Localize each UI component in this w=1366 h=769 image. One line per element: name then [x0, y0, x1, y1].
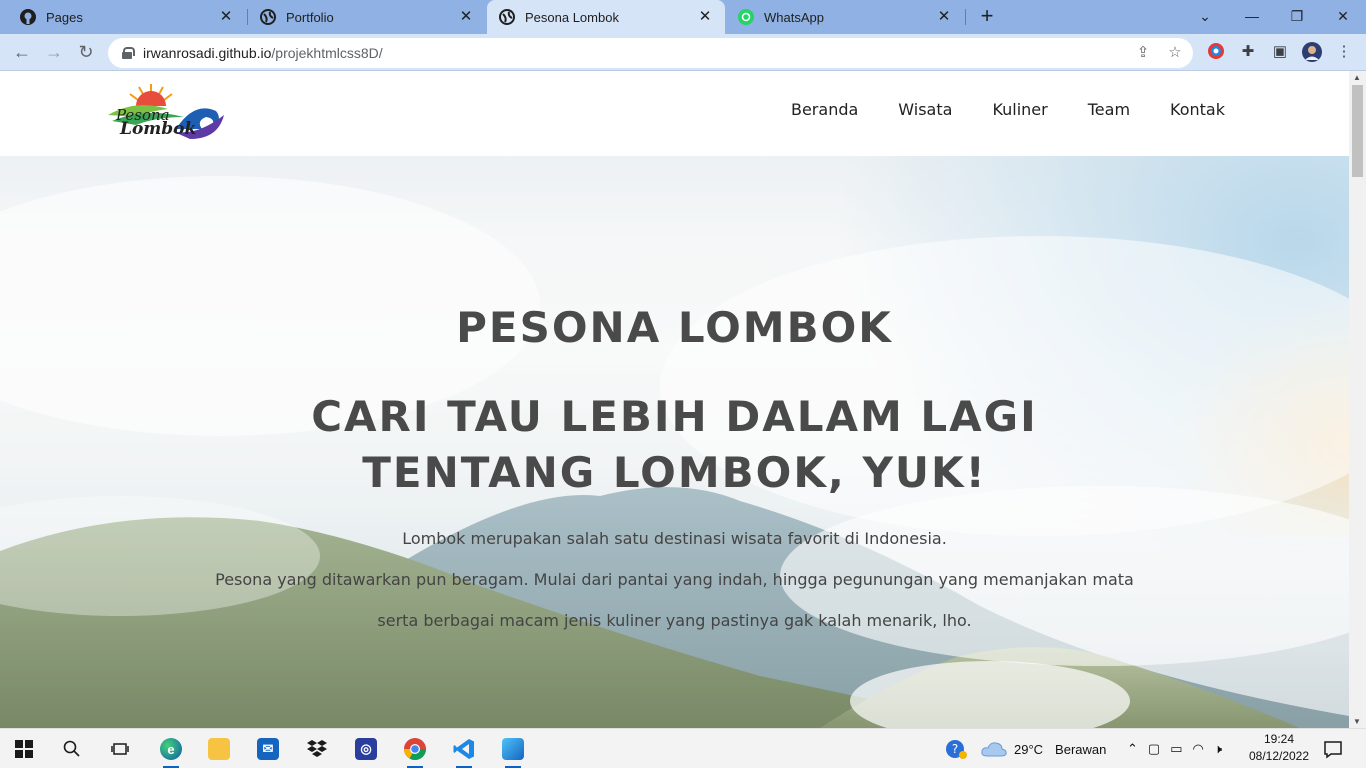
- lock-icon: [122, 47, 135, 59]
- page-scrollbar[interactable]: ▲ ▼: [1349, 71, 1366, 728]
- back-button[interactable]: ←: [10, 40, 34, 64]
- windows-taskbar: e ✉ ◎ ? 29°C Berawan ⌃ ▢ ▭ ◠ 🕨 19:24 08/…: [0, 728, 1366, 768]
- restore-button[interactable]: ❐: [1285, 4, 1309, 28]
- scroll-up-arrow-icon[interactable]: ▲: [1353, 73, 1361, 82]
- hero-description: Lombok merupakan salah satu destinasi wi…: [215, 529, 1134, 630]
- volume-icon[interactable]: 🕨: [1214, 741, 1222, 757]
- url-host: irwanrosadi.github.io: [143, 45, 272, 61]
- tab-pesona-lombok[interactable]: Pesona Lombok ✕: [487, 0, 725, 34]
- address-bar[interactable]: irwanrosadi.github.io/projekhtmlcss8D/ ⇪…: [108, 38, 1193, 68]
- battery-icon[interactable]: ▭: [1170, 741, 1182, 757]
- chevron-up-icon[interactable]: ⌃: [1127, 741, 1138, 757]
- task-view-icon[interactable]: [104, 733, 136, 765]
- hero-title: PESONA LOMBOK: [456, 303, 893, 352]
- wifi-icon[interactable]: ◠: [1193, 741, 1204, 757]
- photos-app-icon[interactable]: [497, 733, 529, 768]
- browser-toolbar: ← → ↻ irwanrosadi.github.io/projekhtmlcs…: [0, 34, 1366, 71]
- tab-portfolio[interactable]: Portfolio ✕: [248, 0, 486, 34]
- pinned-app-icon[interactable]: ◎: [350, 733, 382, 765]
- pesona-lombok-logo[interactable]: Pesona Lombok: [106, 81, 228, 145]
- taskbar-clock[interactable]: 19:24 08/12/2022: [1247, 731, 1311, 765]
- tab-search-icon[interactable]: ⌄: [1193, 4, 1217, 28]
- weather-temp: 29°C: [1014, 741, 1044, 757]
- mail-app-icon[interactable]: ✉: [252, 733, 284, 765]
- nav-link-beranda[interactable]: Beranda: [791, 100, 858, 119]
- extensions-puzzle-icon[interactable]: ✚: [1238, 42, 1258, 62]
- minimize-button[interactable]: —: [1240, 4, 1264, 28]
- start-button[interactable]: [8, 733, 40, 765]
- close-window-button[interactable]: ✕: [1331, 4, 1355, 28]
- nav-link-wisata[interactable]: Wisata: [898, 100, 952, 119]
- close-icon[interactable]: ✕: [936, 9, 952, 25]
- close-icon[interactable]: ✕: [697, 9, 713, 25]
- tab-whatsapp[interactable]: WhatsApp ✕: [726, 0, 964, 34]
- globe-icon: [260, 9, 276, 25]
- extension-colorful-icon[interactable]: [1206, 42, 1226, 62]
- share-icon[interactable]: ⇪: [1132, 42, 1154, 64]
- url-path: /projekhtmlcss8D/: [271, 45, 383, 61]
- nav-link-kontak[interactable]: Kontak: [1170, 100, 1225, 119]
- search-icon[interactable]: [56, 733, 88, 765]
- system-tray: ⌃ ▢ ▭ ◠ 🕨: [1127, 729, 1222, 769]
- weather-desc: Berawan: [1055, 741, 1107, 757]
- tab-separator: [965, 9, 966, 25]
- cloud-weather-icon: [981, 742, 1007, 757]
- reload-button[interactable]: ↻: [74, 40, 98, 64]
- nav-link-kuliner[interactable]: Kuliner: [992, 100, 1047, 119]
- help-badge-icon: ?: [946, 740, 967, 759]
- new-tab-button[interactable]: +: [976, 5, 998, 27]
- browser-tabstrip: Pages ✕ Portfolio ✕ Pesona Lombok ✕ What…: [0, 0, 1366, 34]
- profile-avatar-icon[interactable]: [1302, 42, 1322, 62]
- hero-tagline: CARI TAU LEBIH DALAM LAGI TENTANG LOMBOK…: [311, 392, 1038, 497]
- svg-text:?: ?: [952, 742, 958, 756]
- page-viewport: Pesona Lombok Beranda Wisata Kuliner Tea…: [0, 71, 1349, 728]
- bookmark-star-icon[interactable]: ☆: [1164, 42, 1186, 64]
- whatsapp-icon: [738, 9, 754, 25]
- github-icon: [20, 9, 36, 25]
- menu-kebab-icon[interactable]: ⋮: [1334, 42, 1354, 62]
- main-nav: Beranda Wisata Kuliner Team Kontak: [791, 100, 1225, 119]
- vscode-app-icon[interactable]: [448, 733, 480, 768]
- scrollbar-thumb[interactable]: [1352, 85, 1363, 177]
- forward-button[interactable]: →: [42, 40, 66, 64]
- globe-icon: [499, 9, 515, 25]
- site-header: Pesona Lombok Beranda Wisata Kuliner Tea…: [0, 71, 1349, 156]
- dropbox-icon[interactable]: [301, 733, 333, 765]
- notification-icon[interactable]: [1323, 729, 1343, 769]
- edge-app-icon[interactable]: e: [155, 733, 187, 768]
- logo-text: Pesona Lombok: [116, 106, 197, 139]
- weather-widget[interactable]: ? 29°C Berawan: [944, 729, 1106, 769]
- scroll-down-arrow-icon[interactable]: ▼: [1353, 717, 1361, 726]
- tab-pages[interactable]: Pages ✕: [8, 0, 246, 34]
- file-explorer-icon[interactable]: [203, 733, 235, 765]
- side-panel-icon[interactable]: ▣: [1270, 42, 1290, 62]
- nav-link-team[interactable]: Team: [1088, 100, 1130, 119]
- hero-section: PESONA LOMBOK CARI TAU LEBIH DALAM LAGI …: [0, 156, 1349, 728]
- close-icon[interactable]: ✕: [458, 9, 474, 25]
- meet-now-icon[interactable]: ▢: [1148, 741, 1160, 757]
- close-icon[interactable]: ✕: [218, 9, 234, 25]
- chrome-app-icon[interactable]: [399, 733, 431, 768]
